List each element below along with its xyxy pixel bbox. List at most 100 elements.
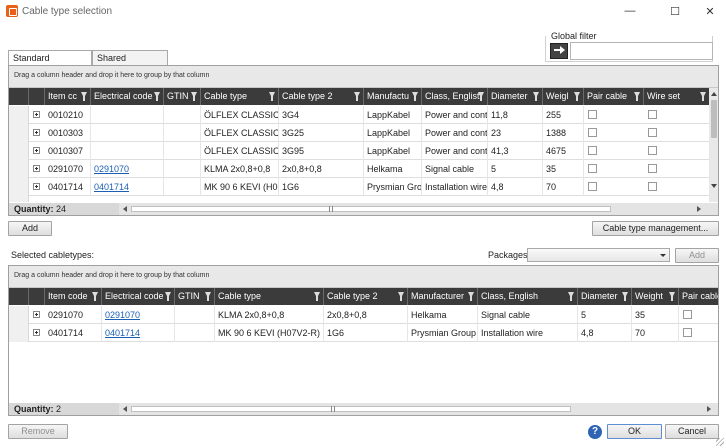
global-filter-input[interactable] (570, 42, 713, 60)
minimize-icon[interactable]: — (610, 0, 650, 22)
wire-set-checkbox[interactable] (648, 110, 657, 119)
filter-icon[interactable] (81, 92, 87, 101)
table-row[interactable]: 0291070 0291070 KLMA 2x0,8+0,8 2x0,8+0,8… (9, 160, 710, 178)
column-header-item-code[interactable]: Item cc (45, 88, 91, 105)
expand-row-icon[interactable] (33, 111, 40, 118)
column-header-diameter[interactable]: Diameter (488, 88, 543, 105)
filter-icon[interactable] (468, 292, 474, 301)
filter-icon[interactable] (398, 292, 404, 301)
scroll-right-icon[interactable] (707, 406, 711, 412)
expand-row-icon[interactable] (33, 311, 40, 318)
column-header-gtin[interactable]: GTIN (175, 288, 215, 305)
cell-electrical-code-link[interactable]: 0401714 (102, 324, 175, 342)
wire-set-checkbox[interactable] (648, 128, 657, 137)
table-row[interactable]: 0291070 0291070 KLMA 2x0,8+0,8 2x0,8+0,8… (9, 306, 718, 324)
filter-icon[interactable] (669, 292, 675, 301)
column-header-manufacturer[interactable]: Manufactu (364, 88, 422, 105)
pair-cable-checkbox[interactable] (683, 328, 692, 337)
column-header-weight[interactable]: Weight (632, 288, 679, 305)
filter-icon[interactable] (574, 92, 580, 101)
pair-cable-checkbox[interactable] (683, 310, 692, 319)
table-row[interactable]: 0010307 ÖLFLEX CLASSIC 1( 3G95 LappKabel… (9, 142, 710, 160)
column-header-cable-type-2[interactable]: Cable type 2 (279, 88, 364, 105)
expand-row-icon[interactable] (33, 129, 40, 136)
wire-set-checkbox[interactable] (648, 146, 657, 155)
expand-row-icon[interactable] (33, 183, 40, 190)
horizontal-scrollbar[interactable] (119, 403, 718, 415)
column-header-item-code[interactable]: Item code (45, 288, 102, 305)
filter-icon[interactable] (412, 92, 418, 101)
filter-icon[interactable] (568, 292, 574, 301)
scroll-right-icon[interactable] (697, 206, 701, 212)
column-header-class-english[interactable]: Class, Englist (422, 88, 488, 105)
column-header-pair-cable[interactable]: Pair cable (679, 288, 718, 305)
scroll-left-icon[interactable] (123, 206, 127, 212)
filter-icon[interactable] (165, 292, 171, 301)
pair-cable-checkbox[interactable] (588, 182, 597, 191)
column-header-wire-set[interactable]: Wire set (644, 88, 710, 105)
group-by-panel[interactable]: Drag a column header and drop it here to… (9, 266, 718, 288)
column-header-cable-type[interactable]: Cable type (201, 88, 279, 105)
column-header-manufacturer[interactable]: Manufacturer (408, 288, 478, 305)
help-icon[interactable]: ? (588, 425, 602, 439)
expand-row-icon[interactable] (33, 329, 40, 336)
table-row[interactable]: 0401714 0401714 MK 90 6 KEVI (H07V2-R) 1… (9, 324, 718, 342)
packages-select[interactable] (527, 248, 670, 262)
wire-set-checkbox[interactable] (648, 164, 657, 173)
scroll-left-icon[interactable] (123, 406, 127, 412)
filter-icon[interactable] (354, 92, 360, 101)
column-header-electrical-code[interactable]: Electrical code (102, 288, 175, 305)
filter-icon[interactable] (700, 92, 706, 101)
pair-cable-checkbox[interactable] (588, 146, 597, 155)
apply-filter-icon[interactable] (550, 43, 568, 59)
horizontal-scroll-thumb[interactable] (131, 206, 611, 212)
cell-electrical-code-link[interactable]: 0291070 (91, 160, 164, 178)
cell-electrical-code-link[interactable]: 0291070 (102, 306, 175, 324)
remove-button[interactable]: Remove (8, 424, 68, 439)
table-row-partial[interactable] (9, 196, 710, 202)
maximize-icon[interactable]: ☐ (655, 0, 695, 22)
horizontal-scrollbar[interactable] (119, 203, 718, 215)
column-header-gtin[interactable]: GTIN (164, 88, 201, 105)
resize-grip-icon[interactable] (716, 438, 724, 446)
close-icon[interactable]: ✕ (690, 0, 726, 22)
pair-cable-checkbox[interactable] (588, 110, 597, 119)
pair-cable-checkbox[interactable] (588, 128, 597, 137)
add-button[interactable]: Add (8, 221, 52, 236)
vertical-scrollbar[interactable] (709, 88, 718, 202)
ok-button[interactable]: OK (607, 424, 662, 439)
pair-cable-checkbox[interactable] (588, 164, 597, 173)
expand-row-icon[interactable] (33, 165, 40, 172)
filter-icon[interactable] (634, 92, 640, 101)
wire-set-checkbox[interactable] (648, 182, 657, 191)
group-by-panel[interactable]: Drag a column header and drop it here to… (9, 66, 718, 88)
cable-type-management-button[interactable]: Cable type management... (592, 221, 719, 236)
table-row[interactable]: 0010303 ÖLFLEX CLASSIC 1( 3G25 LappKabel… (9, 124, 710, 142)
vertical-scroll-thumb[interactable] (711, 100, 717, 138)
scroll-down-icon[interactable] (711, 184, 717, 188)
scroll-up-icon[interactable] (711, 92, 717, 96)
column-header-pair-cable[interactable]: Pair cable (584, 88, 644, 105)
filter-icon[interactable] (191, 92, 197, 101)
expand-row-icon[interactable] (33, 147, 40, 154)
filter-icon[interactable] (154, 92, 160, 101)
column-header-cable-type[interactable]: Cable type (215, 288, 324, 305)
filter-icon[interactable] (269, 92, 275, 101)
filter-icon[interactable] (314, 292, 320, 301)
filter-icon[interactable] (205, 292, 211, 301)
column-header-electrical-code[interactable]: Electrical code (91, 88, 164, 105)
column-header-diameter[interactable]: Diameter (578, 288, 632, 305)
packages-add-button[interactable]: Add (675, 248, 719, 263)
column-header-weight[interactable]: Weigl (543, 88, 584, 105)
tab-standard-databases[interactable]: Standard databases (8, 50, 92, 77)
column-header-cable-type-2[interactable]: Cable type 2 (324, 288, 408, 305)
filter-icon[interactable] (622, 292, 628, 301)
cell-electrical-code-link[interactable]: 0401714 (91, 178, 164, 196)
filter-icon[interactable] (478, 92, 484, 101)
horizontal-scroll-thumb[interactable] (131, 406, 571, 412)
filter-icon[interactable] (92, 292, 98, 301)
cancel-button[interactable]: Cancel (665, 424, 719, 439)
filter-icon[interactable] (533, 92, 539, 101)
column-header-class-english[interactable]: Class, English (478, 288, 578, 305)
tab-shared-databases[interactable]: Shared databases (92, 50, 168, 77)
